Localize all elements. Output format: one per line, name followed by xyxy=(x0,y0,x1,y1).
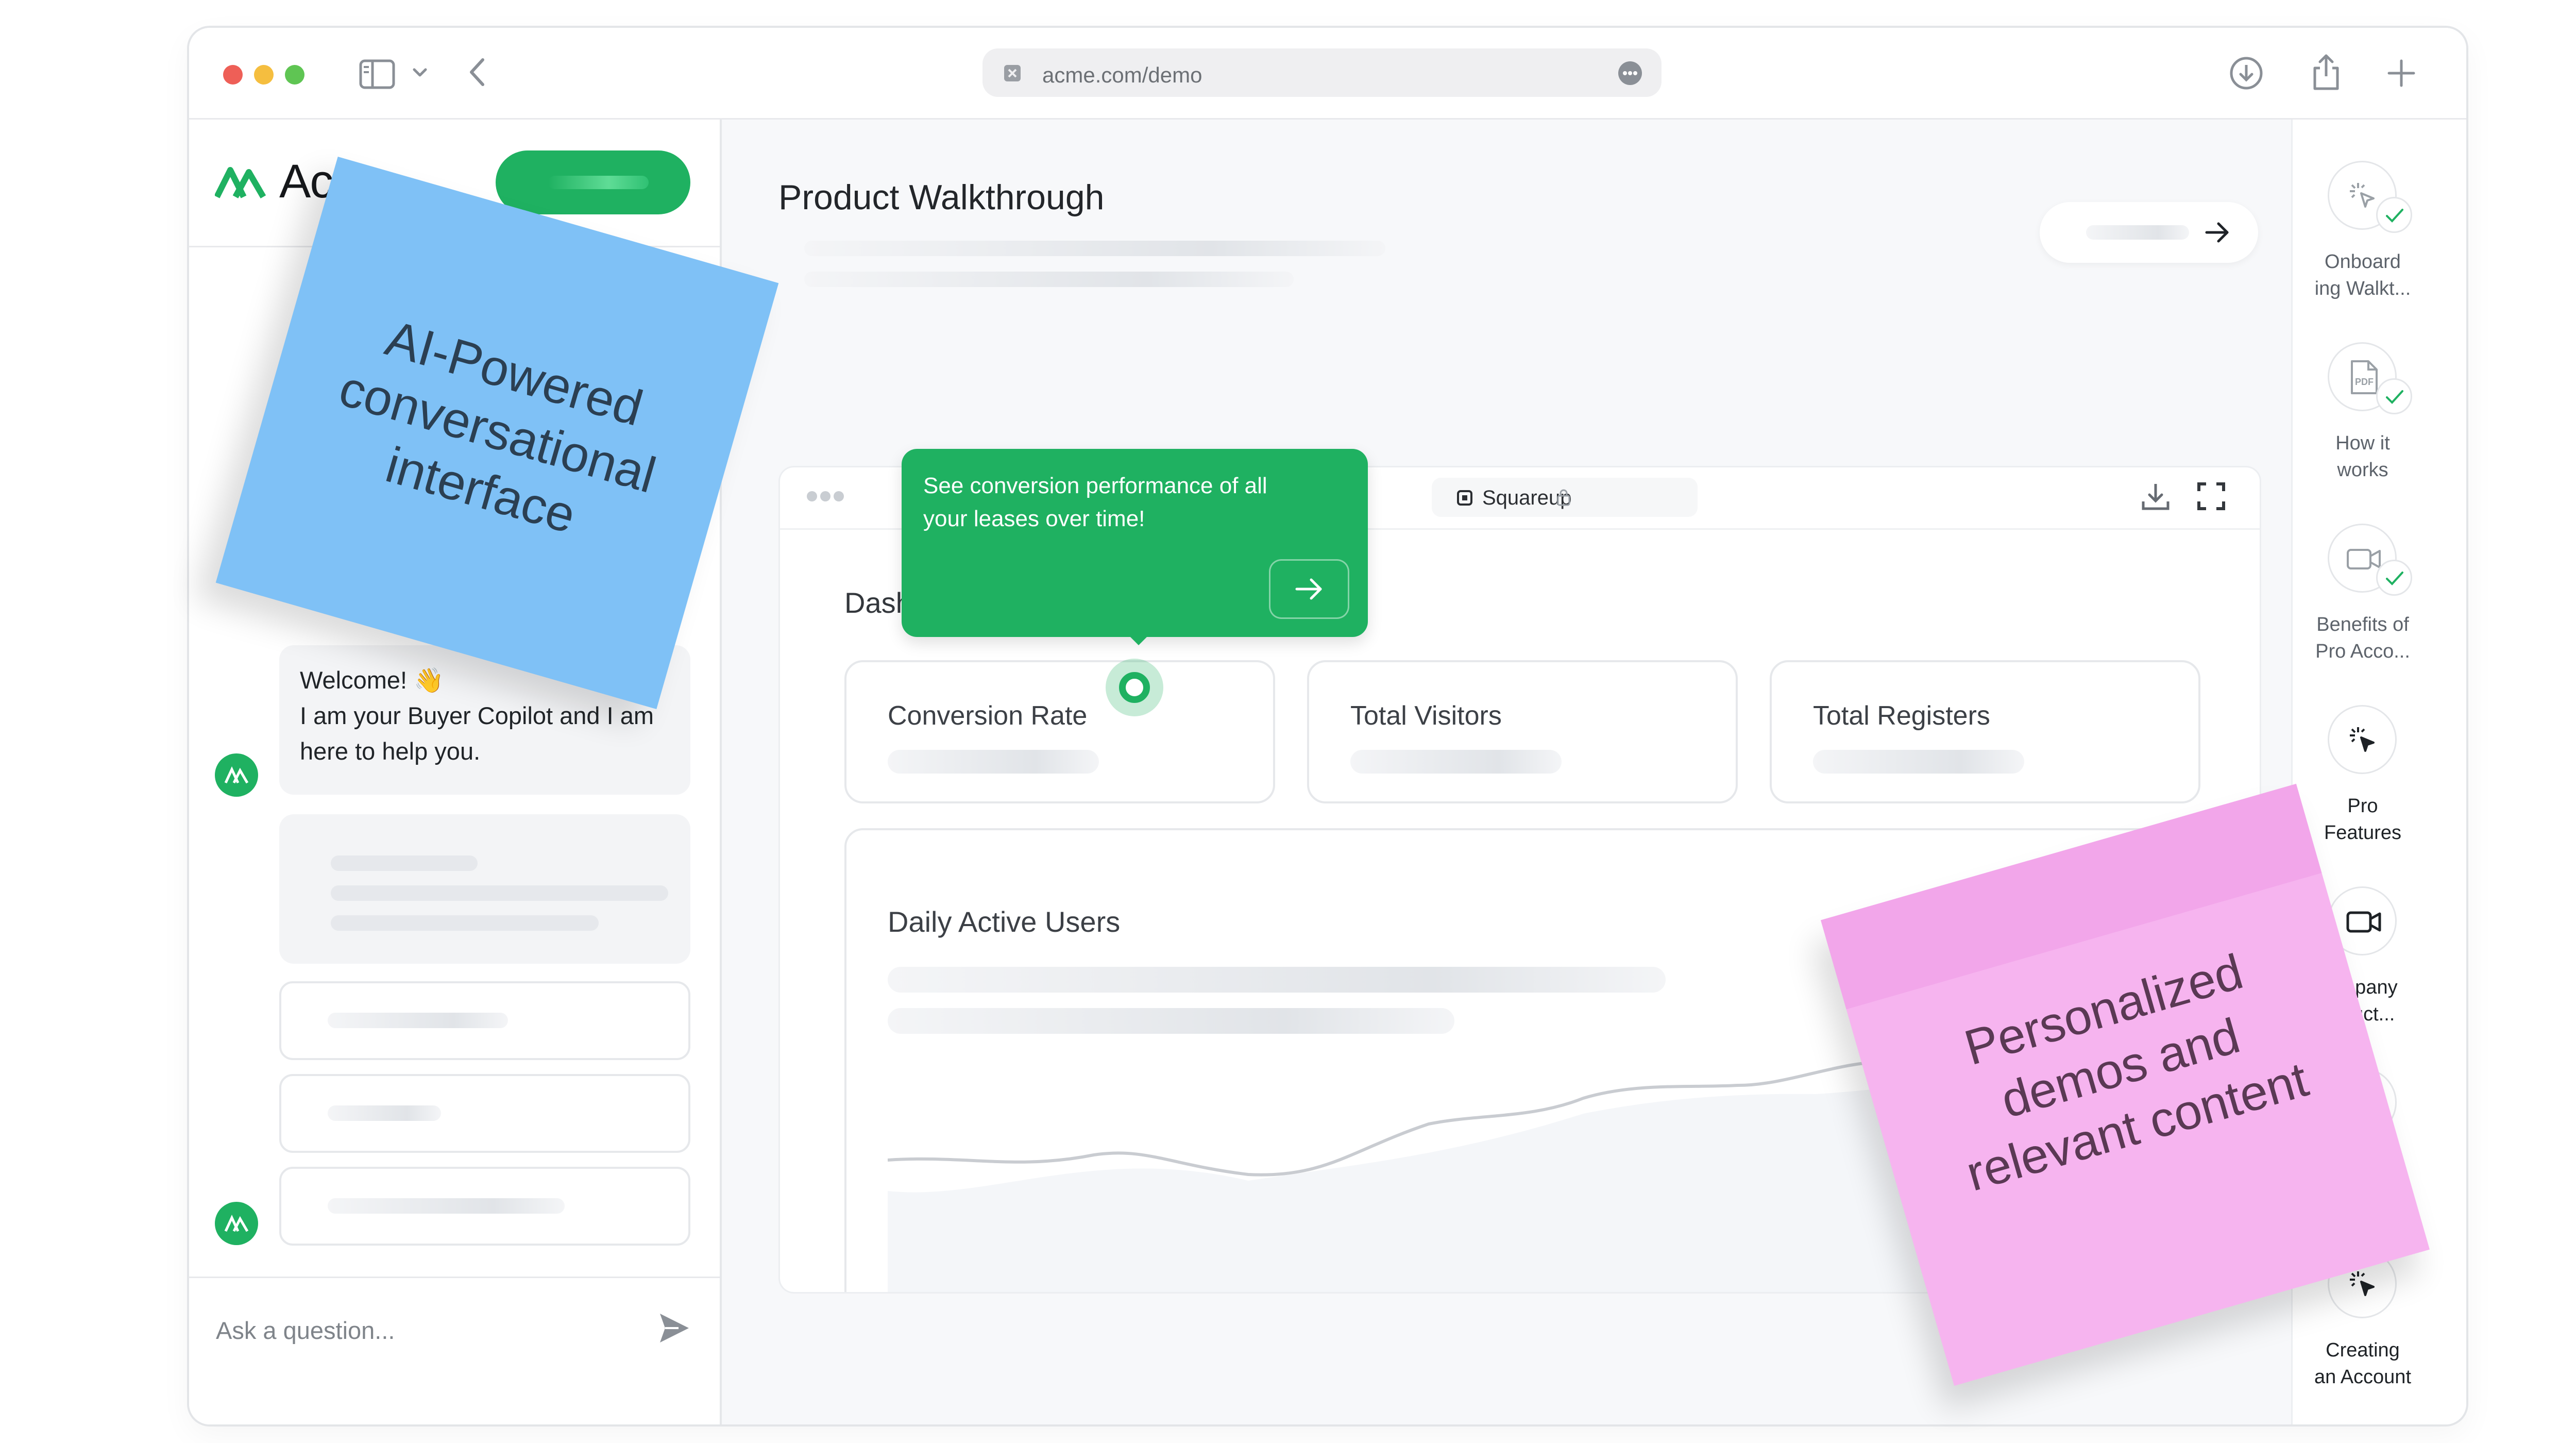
chart-title: Daily Active Users xyxy=(888,905,1121,938)
download-icon[interactable] xyxy=(2229,56,2263,90)
rail-item-label: Creating an Account xyxy=(2314,1339,2412,1388)
check-icon xyxy=(2376,378,2412,414)
rail-item-label: How it works xyxy=(2335,432,2390,481)
copilot-avatar xyxy=(215,1202,258,1245)
loading-bubble xyxy=(279,814,690,964)
subtitle-skeleton xyxy=(804,241,1385,256)
close-window-button[interactable] xyxy=(223,65,243,85)
skeleton-line xyxy=(328,1105,441,1121)
skeleton-line xyxy=(328,1198,565,1214)
rail-item-label: Onboard ing Walkt... xyxy=(2314,251,2411,299)
skeleton-line xyxy=(331,855,478,871)
acme-logo-icon xyxy=(215,165,272,199)
button-placeholder xyxy=(548,176,649,189)
stat-value-skeleton xyxy=(888,750,1099,774)
next-step-button[interactable] xyxy=(2040,202,2258,263)
download-icon[interactable] xyxy=(2140,481,2171,512)
address-bar[interactable]: acme.com/demo xyxy=(982,48,1662,97)
stat-card-conversion-rate[interactable]: Conversion Rate xyxy=(844,660,1275,803)
square-logo-icon xyxy=(1456,490,1473,506)
skeleton-line xyxy=(331,885,668,901)
more-dots-icon[interactable] xyxy=(806,490,845,502)
cursor-click-icon xyxy=(2328,705,2397,774)
browser-toolbar: acme.com/demo xyxy=(189,28,2466,120)
check-icon xyxy=(2376,560,2412,596)
maximize-window-button[interactable] xyxy=(285,65,304,85)
button-placeholder xyxy=(2086,225,2189,240)
skeleton-line xyxy=(331,915,599,931)
svg-text:PDF: PDF xyxy=(2355,377,2374,387)
lock-icon xyxy=(1556,488,1571,507)
stat-label: Total Visitors xyxy=(1350,701,1502,731)
header-cta-button[interactable] xyxy=(496,150,690,214)
back-arrow-icon[interactable] xyxy=(467,57,488,88)
more-options-icon[interactable] xyxy=(1617,60,1643,86)
skeleton-line xyxy=(328,1013,508,1028)
fullscreen-icon[interactable] xyxy=(2197,482,2226,511)
chevron-down-icon[interactable] xyxy=(412,66,428,79)
subtitle-skeleton xyxy=(804,272,1294,287)
stat-card-total-visitors[interactable]: Total Visitors xyxy=(1307,660,1738,803)
stat-label: Total Registers xyxy=(1813,701,1990,731)
walkthrough-hotspot[interactable] xyxy=(1106,659,1163,716)
stat-card-total-registers[interactable]: Total Registers xyxy=(1770,660,2200,803)
page-title: Product Walkthrough xyxy=(778,178,1105,217)
suggestion-option[interactable] xyxy=(279,1074,690,1153)
rail-item-label: Benefits of Pro Acco... xyxy=(2315,614,2410,662)
rail-item-label: Pro Features xyxy=(2324,795,2401,844)
minimize-window-button[interactable] xyxy=(254,65,274,85)
send-icon[interactable] xyxy=(658,1312,691,1345)
hotspot-dot xyxy=(1119,672,1150,703)
chart-subtitle-skeleton xyxy=(888,967,1666,993)
share-icon[interactable] xyxy=(2311,53,2342,92)
suggestion-option[interactable] xyxy=(279,1167,690,1246)
site-settings-icon[interactable] xyxy=(1003,64,1022,82)
stat-label: Conversion Rate xyxy=(888,701,1088,731)
suggestion-option[interactable] xyxy=(279,981,690,1060)
arrow-right-icon xyxy=(2205,221,2230,244)
stat-value-skeleton xyxy=(1813,750,2024,774)
tooltip-next-button[interactable] xyxy=(1269,559,1349,619)
ask-question-input[interactable] xyxy=(215,1309,639,1351)
new-tab-icon[interactable] xyxy=(2386,58,2417,89)
walkthrough-tooltip: See conversion performance of all your l… xyxy=(902,449,1368,637)
chart-subtitle-skeleton xyxy=(888,1008,1454,1034)
check-icon xyxy=(2376,197,2412,233)
stat-value-skeleton xyxy=(1350,750,1562,774)
tooltip-text: See conversion performance of all your l… xyxy=(923,473,1267,531)
tooltip-pointer xyxy=(1125,632,1152,645)
chat-input-row xyxy=(189,1277,720,1424)
demo-address-pill: Squareup xyxy=(1432,478,1698,517)
copilot-avatar xyxy=(215,753,258,797)
sticky-note-text: AI-Powered conversational interface xyxy=(333,309,662,544)
url-text: acme.com/demo xyxy=(1042,63,1202,87)
sidebar-toggle-icon[interactable] xyxy=(359,59,395,90)
